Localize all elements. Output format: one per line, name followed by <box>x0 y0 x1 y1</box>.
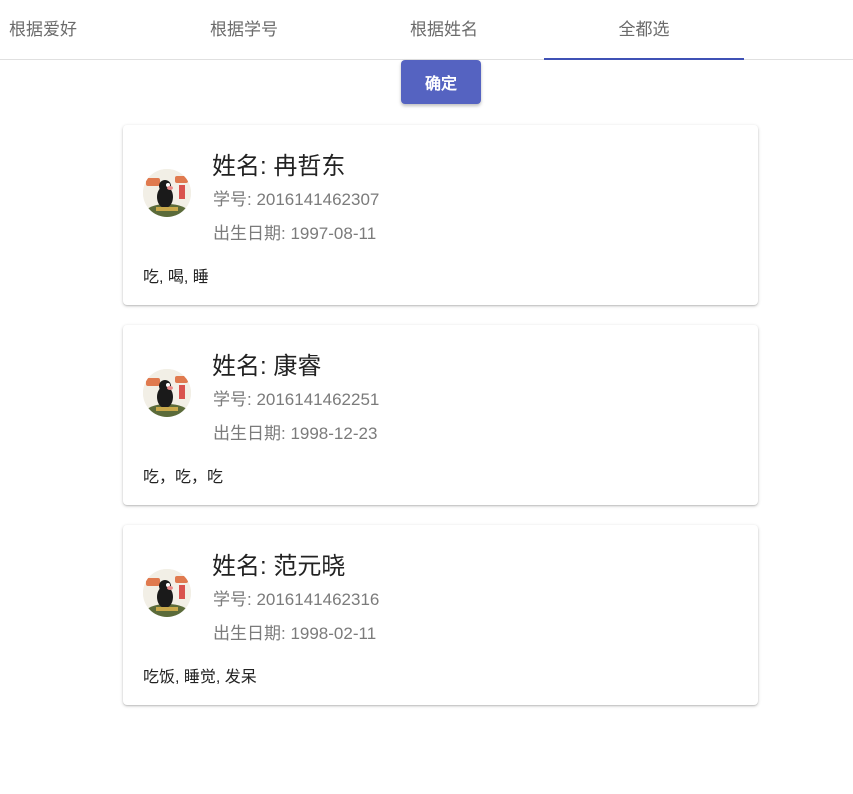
tab-by-name[interactable]: 根据姓名 <box>344 0 544 59</box>
student-card: 姓名: 康睿 学号: 2016141462251 出生日期: 1998-12-2… <box>123 325 758 505</box>
active-tab-indicator <box>544 58 744 60</box>
student-id: 学号: 2016141462307 <box>213 190 380 209</box>
student-hobbies: 吃, 喝, 睡 <box>143 269 209 286</box>
student-birthdate: 出生日期: 1998-12-23 <box>213 424 378 443</box>
student-name: 姓名: 范元晓 <box>212 553 346 580</box>
mole-cartoon-avatar-icon <box>143 369 191 417</box>
confirm-button[interactable]: 确定 <box>401 60 481 104</box>
student-hobbies: 吃，吃，吃 <box>143 469 224 486</box>
tab-select-all[interactable]: 全都选 <box>544 0 744 60</box>
student-name: 姓名: 冉哲东 <box>212 153 346 180</box>
student-id: 学号: 2016141462251 <box>213 390 380 409</box>
mole-cartoon-avatar-icon <box>143 169 191 217</box>
student-birthdate: 出生日期: 1997-08-11 <box>213 224 377 243</box>
student-birthdate: 出生日期: 1998-02-11 <box>213 624 377 643</box>
student-hobbies: 吃饭, 睡觉, 发呆 <box>143 669 257 686</box>
tab-by-student-id[interactable]: 根据学号 <box>144 0 344 59</box>
tab-select-all-label: 全都选 <box>618 20 670 39</box>
mole-cartoon-avatar-icon <box>143 569 191 617</box>
tab-bar: 根据爱好 根据学号 根据姓名 全都选 <box>0 0 853 60</box>
student-card: 姓名: 冉哲东 学号: 2016141462307 出生日期: 1997-08-… <box>123 125 758 305</box>
student-id: 学号: 2016141462316 <box>213 590 380 609</box>
student-card: 姓名: 范元晓 学号: 2016141462316 出生日期: 1998-02-… <box>123 525 758 705</box>
student-name: 姓名: 康睿 <box>212 353 322 380</box>
